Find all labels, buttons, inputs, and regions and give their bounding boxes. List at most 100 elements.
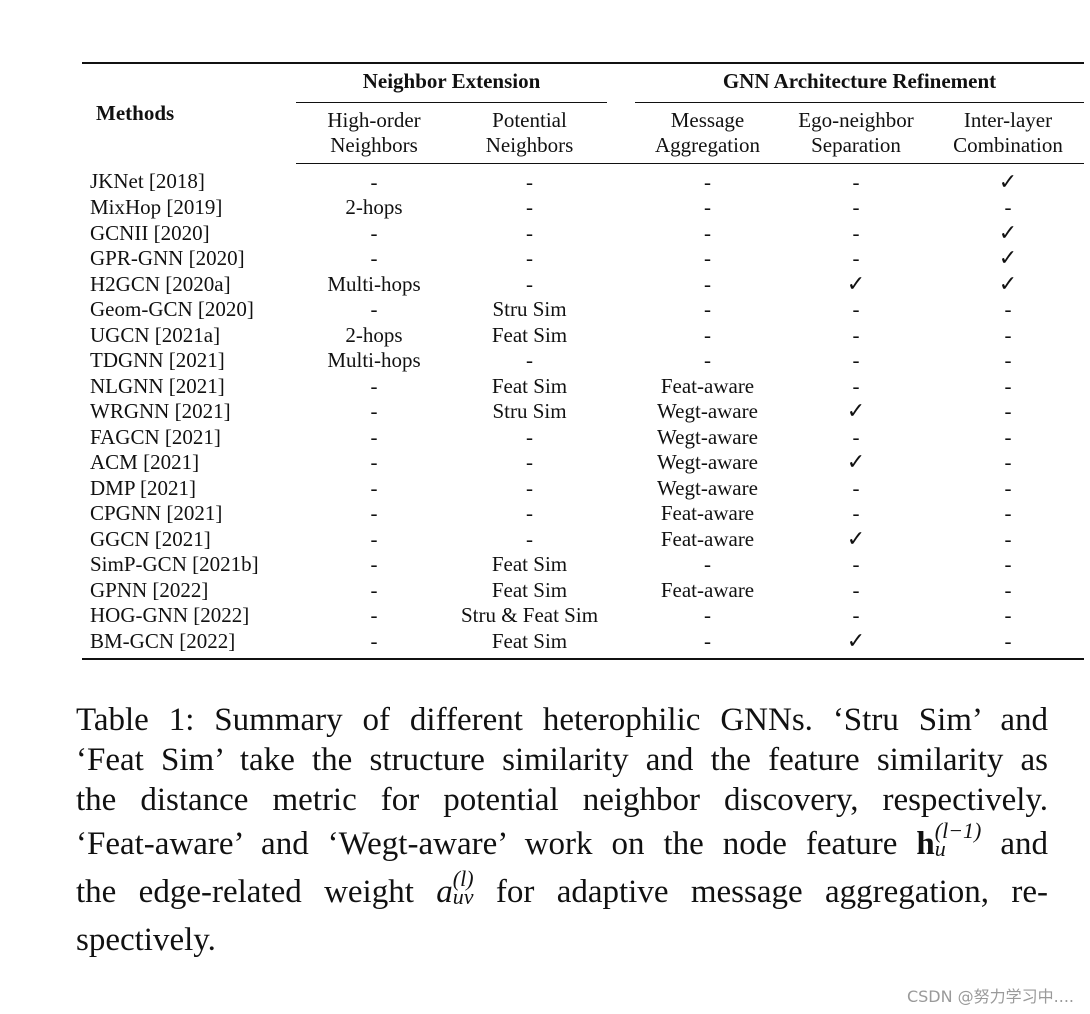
check-icon: ✓ bbox=[846, 271, 866, 297]
group-gap bbox=[607, 272, 635, 298]
value-cell: - bbox=[370, 297, 378, 321]
method-cell: NLGNN [2021] bbox=[90, 373, 225, 398]
subcolumn-line: Neighbors bbox=[330, 132, 418, 157]
caption-text: ‘Feat-aware’ and ‘Wegt-aware’ work on th… bbox=[76, 826, 917, 862]
value-cell: - bbox=[704, 322, 711, 347]
value-cell: - bbox=[852, 501, 860, 525]
summary-table: Methods Neighbor Extension GNN Architect… bbox=[82, 62, 1084, 660]
value-cell: - bbox=[1004, 552, 1012, 576]
watermark: CSDN @努力学习中.... bbox=[906, 987, 1074, 1006]
value-cell: - bbox=[852, 297, 860, 321]
subcolumn-line: Potential bbox=[492, 107, 567, 132]
subcolumn-header-high-order: High-order Neighbors bbox=[296, 103, 452, 164]
value-cell: - bbox=[704, 603, 711, 627]
value-cell: - bbox=[1004, 195, 1012, 219]
method-cell: H2GCN [2020a] bbox=[90, 271, 231, 296]
value-cell: - bbox=[1004, 399, 1012, 423]
value-cell: - bbox=[704, 271, 711, 296]
methods-header: Methods bbox=[96, 100, 175, 125]
method-cell: GCNII [2020] bbox=[90, 220, 210, 245]
subcolumn-header-message-aggregation: Message Aggregation bbox=[635, 103, 780, 164]
method-cell: GGCN [2021] bbox=[90, 526, 211, 551]
method-cell: GPR-GNN [2020] bbox=[90, 246, 245, 270]
math-sub: u bbox=[934, 836, 946, 862]
value-cell: - bbox=[852, 552, 860, 576]
math-superscript-subscript: (l−1) u bbox=[934, 820, 982, 862]
table-row: GPR-GNN [2020] - - - - ✓ bbox=[82, 246, 1084, 272]
value-cell: Feat-aware bbox=[660, 526, 755, 551]
value-cell: Feat Sim bbox=[491, 373, 568, 398]
check-icon: ✓ bbox=[846, 399, 866, 424]
math-sub: uv bbox=[452, 884, 474, 910]
caption-line: Table 1: Summary of different heterophil… bbox=[76, 702, 1048, 738]
method-cell: JKNet [2018] bbox=[90, 169, 205, 194]
value-cell: Multi-hops bbox=[327, 348, 421, 372]
value-cell: - bbox=[852, 577, 860, 602]
value-cell: - bbox=[852, 220, 860, 245]
table-row: FAGCN [2021] - - Wegt-aware - - bbox=[82, 425, 1084, 451]
method-cell: CPGNN [2021] bbox=[90, 501, 223, 525]
method-cell: MixHop [2019] bbox=[90, 195, 223, 219]
group-gap bbox=[607, 399, 635, 425]
table-row: SimP-GCN [2021b] - Feat Sim - - - bbox=[82, 552, 1084, 578]
subcolumn-line: Message bbox=[670, 107, 745, 132]
group-gap bbox=[607, 195, 635, 221]
header-row-groups: Methods Neighbor Extension GNN Architect… bbox=[82, 63, 1084, 125]
value-cell: Stru & Feat Sim bbox=[460, 603, 599, 627]
subcolumn-line: Combination bbox=[953, 132, 1063, 157]
value-cell: Feat-aware bbox=[660, 373, 755, 398]
group-gap bbox=[607, 374, 635, 400]
value-cell: - bbox=[1004, 603, 1012, 627]
value-cell: - bbox=[526, 220, 533, 245]
value-cell: - bbox=[370, 475, 378, 500]
table-row: UGCN [2021a] 2-hops Feat Sim - - - bbox=[82, 323, 1084, 349]
value-cell: - bbox=[1004, 501, 1012, 525]
value-cell: - bbox=[370, 628, 378, 653]
subcolumn-line: High-order bbox=[327, 107, 421, 132]
check-icon: ✓ bbox=[998, 246, 1018, 271]
value-cell: Stru Sim bbox=[492, 297, 567, 321]
value-cell: Wegt-aware bbox=[657, 424, 758, 449]
table-body: JKNet [2018] - - - - ✓ MixHop [2019] 2-hops - - - -… bbox=[82, 163, 1084, 659]
caption-line: ‘Feat-aware’ and ‘Wegt-aware’ work on th… bbox=[76, 820, 1048, 872]
value-cell: - bbox=[370, 220, 378, 245]
check-icon: ✓ bbox=[998, 271, 1018, 297]
value-cell: - bbox=[704, 195, 711, 219]
value-cell: Wegt-aware bbox=[657, 475, 758, 500]
value-cell: - bbox=[370, 603, 378, 627]
value-cell: - bbox=[852, 475, 860, 500]
math-edge-weight: a bbox=[436, 874, 453, 910]
value-cell: Feat-aware bbox=[660, 577, 755, 602]
caption-line: the edge-related weight a (l) uv for adapt… bbox=[76, 868, 1048, 920]
table-row: WRGNN [2021] - Stru Sim Wegt-aware ✓ - bbox=[82, 399, 1084, 425]
caption-text: and bbox=[981, 826, 1048, 862]
subcolumn-line: Neighbors bbox=[485, 132, 574, 157]
table-row: HOG-GNN [2022] - Stru & Feat Sim - - - bbox=[82, 603, 1084, 629]
check-icon: ✓ bbox=[998, 169, 1018, 195]
value-cell: - bbox=[704, 169, 711, 194]
value-cell: 2-hops bbox=[345, 322, 403, 347]
method-cell: GPNN [2022] bbox=[90, 577, 209, 602]
value-cell: - bbox=[370, 424, 378, 449]
table-row: ACM [2021] - - Wegt-aware ✓ - bbox=[82, 450, 1084, 476]
method-cell: ACM [2021] bbox=[90, 450, 200, 474]
subcolumn-header-ego-neighbor: Ego-neighbor Separation bbox=[780, 103, 932, 164]
value-cell: - bbox=[1004, 475, 1012, 500]
value-cell: Feat-aware bbox=[660, 501, 755, 525]
group-gap bbox=[607, 552, 635, 578]
group-gap bbox=[607, 476, 635, 502]
value-cell: - bbox=[704, 220, 711, 245]
value-cell: - bbox=[852, 246, 860, 270]
method-cell: FAGCN [2021] bbox=[90, 424, 221, 449]
group-gap bbox=[607, 297, 635, 323]
method-cell: UGCN [2021a] bbox=[90, 322, 221, 347]
value-cell: - bbox=[370, 501, 378, 525]
check-icon: ✓ bbox=[846, 628, 866, 654]
value-cell: - bbox=[1004, 373, 1012, 398]
table-row: H2GCN [2020a] Multi-hops - - ✓ ✓ bbox=[82, 272, 1084, 298]
subcolumn-header-potential: Potential Neighbors bbox=[452, 103, 607, 164]
subcolumn-header-inter-layer: Inter-layer Combination bbox=[932, 103, 1084, 164]
group-gap bbox=[607, 425, 635, 451]
value-cell: Feat Sim bbox=[491, 577, 568, 602]
group-gap bbox=[607, 527, 635, 553]
